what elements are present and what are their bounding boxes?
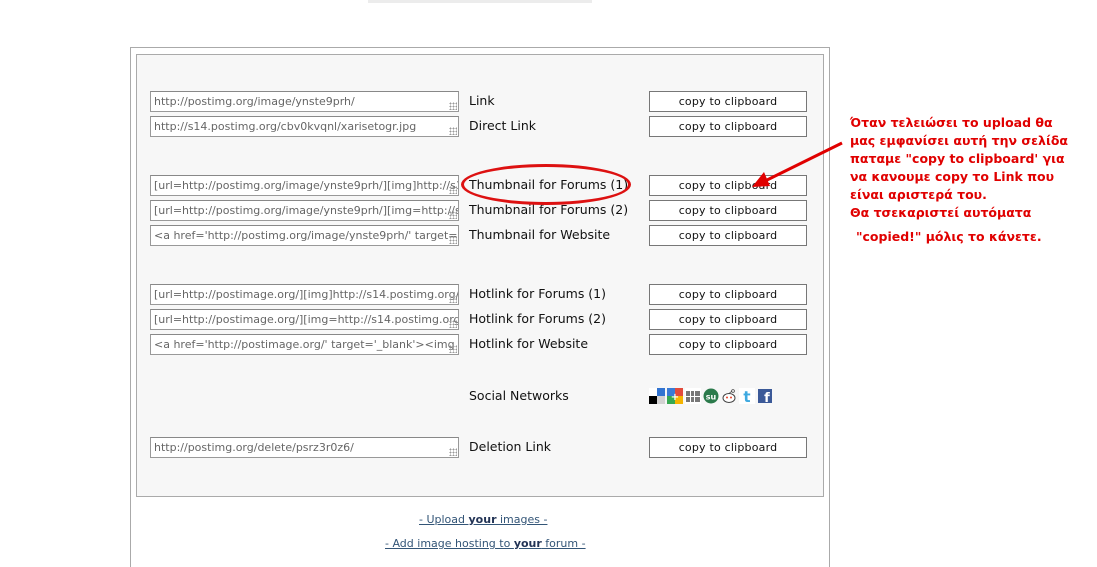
link-value: http://postimg.org/image/ynste9prh/ — [154, 95, 355, 108]
direct-link-label: Direct Link — [469, 118, 536, 133]
resize-grip-icon[interactable] — [449, 102, 457, 110]
upload-link-bold: your — [468, 513, 497, 526]
google-icon[interactable]: + — [667, 388, 683, 404]
row-thumbnail-forums-2: [url=http://postimg.org/image/ynste9prh/… — [150, 200, 810, 222]
upload-images-link[interactable]: - Upload your images - — [419, 513, 547, 526]
annotation-line: να κανουμε copy το Link που — [850, 169, 1055, 184]
deletion-link-label: Deletion Link — [469, 439, 551, 454]
copy-thumbnail-website-button[interactable]: copy to clipboard — [649, 225, 807, 246]
add-image-hosting-link[interactable]: - Add image hosting to your forum - — [385, 537, 586, 550]
annotation-line: μας εμφανίσει αυτή την σελίδα — [850, 133, 1069, 148]
top-tab-strip — [368, 0, 592, 3]
resize-grip-icon[interactable] — [449, 186, 457, 194]
hotlink-website-value: <a href='http://postimage.org/' target='… — [154, 338, 458, 351]
annotation-line: Θα τσεκαριστεί αυτόματα — [850, 205, 1032, 220]
svg-text:+: + — [671, 392, 679, 403]
link-label: Link — [469, 93, 495, 108]
thumbnail-website-label: Thumbnail for Website — [469, 227, 611, 242]
hotlink-forums-2-value: [url=http://postimage.org/][img=http://s… — [154, 313, 458, 326]
delicious-icon[interactable] — [649, 388, 665, 404]
copy-deletion-link-button[interactable]: copy to clipboard — [649, 437, 807, 458]
copy-hotlink-forums-1-button[interactable]: copy to clipboard — [649, 284, 807, 305]
digg-icon[interactable] — [685, 388, 701, 404]
reddit-icon[interactable] — [721, 388, 737, 404]
copy-thumbnail-forums-1-button[interactable]: copy to clipboard — [649, 175, 807, 196]
thumbnail-forums-1-value: [url=http://postimg.org/image/ynste9prh/… — [154, 179, 458, 192]
annotation-line: Όταν τελειώσει το upload θα — [850, 115, 1053, 130]
copy-thumbnail-forums-2-button[interactable]: copy to clipboard — [649, 200, 807, 221]
copy-direct-link-button[interactable]: copy to clipboard — [649, 116, 807, 137]
hotlink-website-label: Hotlink for Website — [469, 336, 589, 351]
resize-grip-icon[interactable] — [449, 127, 457, 135]
deletion-link-value: http://postimg.org/delete/psrz3r0z6/ — [154, 441, 354, 454]
stumbleupon-icon[interactable]: su — [703, 388, 719, 404]
upload-link-prefix: - Upload — [419, 513, 469, 526]
hotlink-forums-1-value: [url=http://postimage.org/][img]http://s… — [154, 288, 459, 301]
resize-grip-icon[interactable] — [449, 345, 457, 353]
hotlink-forums-1-field[interactable]: [url=http://postimage.org/][img]http://s… — [150, 284, 459, 305]
resize-grip-icon[interactable] — [449, 448, 457, 456]
copy-hotlink-website-button[interactable]: copy to clipboard — [649, 334, 807, 355]
hosting-link-prefix: - Add image hosting to — [385, 537, 514, 550]
annotation-line: είναι αριστερά του. — [850, 187, 987, 202]
link-field[interactable]: http://postimg.org/image/ynste9prh/ — [150, 91, 459, 112]
hosting-link-suffix: forum - — [541, 537, 586, 550]
hotlink-forums-2-label: Hotlink for Forums (2) — [469, 311, 607, 326]
copy-link-button[interactable]: copy to clipboard — [649, 91, 807, 112]
row-direct-link: http://s14.postimg.org/cbv0kvqnl/xariset… — [150, 116, 810, 138]
direct-link-value: http://s14.postimg.org/cbv0kvqnl/xariset… — [154, 120, 417, 133]
row-hotlink-forums-2: [url=http://postimage.org/][img=http://s… — [150, 309, 810, 331]
direct-link-field[interactable]: http://s14.postimg.org/cbv0kvqnl/xariset… — [150, 116, 459, 137]
twitter-icon[interactable]: t — [739, 388, 755, 406]
resize-grip-icon[interactable] — [449, 211, 457, 219]
upload-link-suffix: images - — [496, 513, 548, 526]
thumbnail-forums-2-value: [url=http://postimg.org/image/ynste9prh/… — [154, 204, 458, 217]
thumbnail-website-field[interactable]: <a href='http://postimg.org/image/ynste9… — [150, 225, 459, 246]
resize-grip-icon[interactable] — [449, 320, 457, 328]
hotlink-website-field[interactable]: <a href='http://postimage.org/' target='… — [150, 334, 459, 355]
svg-text:f: f — [764, 391, 770, 404]
deletion-link-field[interactable]: http://postimg.org/delete/psrz3r0z6/ — [150, 437, 459, 458]
social-icons: + su t f — [649, 388, 773, 406]
annotation-text: Όταν τελειώσει το upload θα μας εμφανίσε… — [850, 114, 1080, 246]
row-link: http://postimg.org/image/ynste9prh/ Link… — [150, 91, 810, 113]
highlight-ellipse — [461, 164, 631, 205]
row-thumbnail-website: <a href='http://postimg.org/image/ynste9… — [150, 225, 810, 247]
hotlink-forums-2-field[interactable]: [url=http://postimage.org/][img=http://s… — [150, 309, 459, 330]
row-hotlink-forums-1: [url=http://postimage.org/][img]http://s… — [150, 284, 810, 306]
svg-text:su: su — [706, 393, 717, 402]
resize-grip-icon[interactable] — [449, 295, 457, 303]
hotlink-forums-1-label: Hotlink for Forums (1) — [469, 286, 607, 301]
row-social-networks: Social Networks + su t f — [150, 386, 810, 408]
copy-hotlink-forums-2-button[interactable]: copy to clipboard — [649, 309, 807, 330]
annotation-line: παταμε "copy to clipboard' για — [850, 151, 1065, 166]
thumbnail-forums-2-field[interactable]: [url=http://postimg.org/image/ynste9prh/… — [150, 200, 459, 221]
svg-text:t: t — [743, 388, 750, 404]
resize-grip-icon[interactable] — [449, 236, 457, 244]
facebook-icon[interactable]: f — [757, 388, 773, 406]
row-hotlink-website: <a href='http://postimage.org/' target='… — [150, 334, 810, 356]
thumbnail-website-value: <a href='http://postimg.org/image/ynste9… — [154, 229, 459, 242]
thumbnail-forums-1-field[interactable]: [url=http://postimg.org/image/ynste9prh/… — [150, 175, 459, 196]
social-networks-label: Social Networks — [469, 388, 569, 403]
hosting-link-bold: your — [513, 537, 542, 550]
annotation-line: "copied!" μόλις το κάνετε. — [856, 229, 1042, 244]
row-deletion-link: http://postimg.org/delete/psrz3r0z6/ Del… — [150, 437, 810, 459]
